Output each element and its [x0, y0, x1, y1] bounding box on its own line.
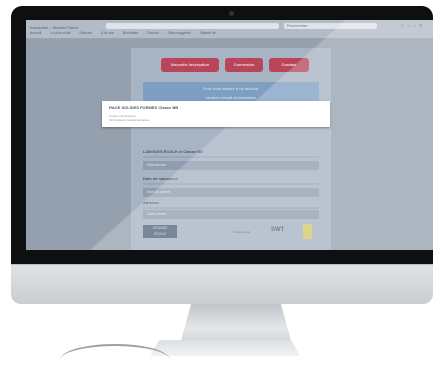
bookmark-item[interactable]: Favoris: [147, 31, 158, 35]
browser-toolbar: Inscription – Mozilla Firefox Rechercher…: [26, 20, 433, 39]
window-title: Inscription – Mozilla Firefox: [30, 25, 79, 30]
school-logo: GRANDE ÉCOLE: [143, 225, 177, 238]
login-button[interactable]: Connexion: [225, 58, 263, 72]
section-address: Adresse: [143, 200, 319, 209]
sponsor-caption: Propulsé par: [233, 230, 251, 234]
search-input[interactable]: Rechercher: [284, 23, 377, 29]
url-field[interactable]: [106, 23, 279, 29]
sponsor-logo: SWT: [271, 227, 285, 233]
bookmark-item[interactable]: Sites suggérés: [168, 31, 191, 35]
bookmark-item[interactable]: Galerie de: [200, 31, 216, 35]
logo-text: ÉCOLE: [154, 232, 166, 236]
footer-logos: GRANDE ÉCOLE Propulsé par SWT: [143, 223, 319, 241]
registration-page: Nouvelle inscription Connexion Contact P…: [131, 48, 331, 250]
bookmark-star-icon[interactable]: ☆: [400, 23, 407, 29]
divider: [143, 207, 319, 209]
section-heading: Date de naissance: [143, 176, 178, 181]
bookmark-item[interactable]: Débuter: [80, 31, 92, 35]
stand-base: [150, 340, 300, 356]
divider: [11, 264, 433, 265]
parent-name-field[interactable]: Nom du parent: [143, 188, 319, 197]
mouse-outline: [60, 344, 170, 376]
section-birthdate: Date de naissance: [143, 176, 319, 185]
divider: [143, 183, 319, 185]
partner-logo: [303, 224, 312, 239]
new-registration-button[interactable]: Nouvelle inscription: [161, 58, 219, 72]
select-field[interactable]: Sélectionner: [143, 161, 319, 170]
card-title: RACE SOLIDES FORMES Classe BB: [109, 105, 179, 110]
toolbar-icons: ☆⌂↓≡: [400, 23, 425, 29]
bookmark-item[interactable]: Le plus visité: [50, 31, 70, 35]
bookmark-item[interactable]: À la une: [101, 31, 114, 35]
bookmark-bar: Accueil Le plus visité Débuter À la une …: [30, 31, 224, 35]
monitor-stand: [180, 304, 292, 344]
card-subtitle: Informations complémentaires: [109, 118, 150, 122]
screen: Inscription – Mozilla Firefox Rechercher…: [26, 20, 433, 250]
divider: [143, 156, 319, 158]
section-heading: LANGUES ÉCOLE et Classe BB: [143, 149, 204, 154]
banner-line: Pour vous inscrire à un module,: [202, 86, 260, 91]
bookmark-item[interactable]: Nouvelles: [123, 31, 138, 35]
monitor-chin: [11, 264, 433, 304]
contact-button[interactable]: Contact: [269, 58, 309, 72]
bookmark-item[interactable]: Accueil: [30, 31, 41, 35]
action-buttons: Nouvelle inscription Connexion Contact: [161, 58, 311, 72]
menu-icon[interactable]: ≡: [419, 23, 425, 29]
section-heading: Adresse: [143, 200, 159, 205]
camera-icon: [229, 11, 234, 16]
highlighted-course-card[interactable]: RACE SOLIDES FORMES Classe BB Coupon d'i…: [102, 101, 330, 127]
postal-code-field[interactable]: Code postal: [143, 210, 319, 219]
section-languages: LANGUES ÉCOLE et Classe BB: [143, 149, 319, 158]
